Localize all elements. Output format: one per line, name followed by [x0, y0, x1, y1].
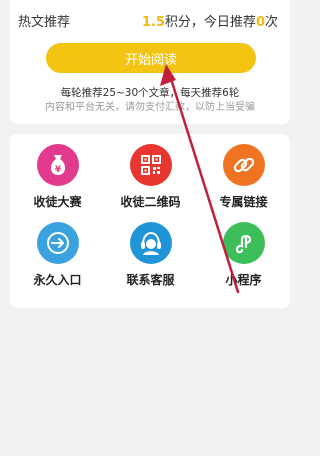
grid-item-label: 永久入口 — [33, 273, 82, 287]
money-bag-icon: ¥ — [37, 144, 79, 186]
start-reading-button[interactable]: 开始阅读 — [46, 43, 256, 73]
grid-item-label: 收徒二维码 — [120, 195, 181, 209]
link-icon — [223, 144, 265, 186]
svg-text:¥: ¥ — [55, 165, 62, 175]
qr-code-icon — [130, 144, 172, 186]
grid-item-exclusive-link[interactable]: 专属链接 — [197, 144, 290, 216]
count-suffix: 次 — [264, 15, 278, 30]
grid-item-permanent-entrance[interactable]: 永久入口 — [11, 222, 104, 294]
points-value: 1.5 — [141, 15, 165, 30]
section-title: 热文推荐 — [18, 15, 71, 30]
customer-service-icon — [130, 222, 172, 264]
points-summary: 1.5积分，今日推荐0次 — [142, 15, 278, 31]
fraud-warning-text: 内容和平台无关，请勿支付汇款，以防上当受骗 — [45, 102, 255, 113]
recommend-rule-text: 每轮推荐25~30个文章，每天推荐6轮 — [60, 87, 240, 99]
grid-item-label: 小程序 — [225, 273, 262, 287]
feature-grid: ¥ 收徒大赛 收徒二维码 专属链接 永久入口 联系客服 小程序 — [10, 134, 290, 308]
grid-item-label: 联系客服 — [126, 273, 175, 287]
grid-item-qr-code[interactable]: 收徒二维码 — [104, 144, 197, 216]
entrance-icon — [37, 222, 79, 264]
grid-item-label: 收徒大赛 — [33, 195, 82, 209]
grid-item-mini-program[interactable]: 小程序 — [197, 222, 290, 294]
mini-program-icon — [223, 222, 265, 264]
reading-card: 热文推荐 1.5积分，今日推荐0次 开始阅读 每轮推荐25~30个文章，每天推荐… — [10, 0, 290, 124]
today-count: 0 — [255, 15, 265, 30]
grid-item-apprentice-contest[interactable]: ¥ 收徒大赛 — [11, 144, 104, 216]
grid-item-customer-service[interactable]: 联系客服 — [104, 222, 197, 294]
points-text: 积分，今日推荐 — [164, 15, 256, 30]
grid-item-label: 专属链接 — [219, 195, 268, 209]
